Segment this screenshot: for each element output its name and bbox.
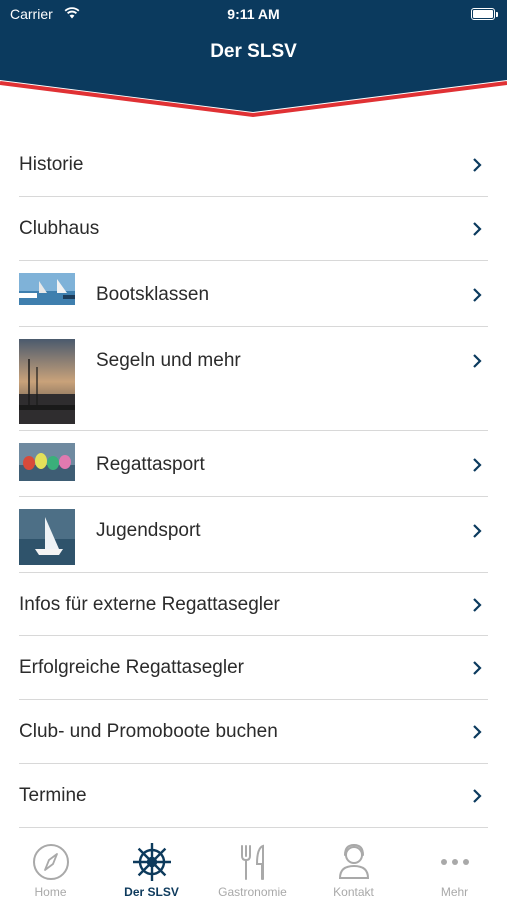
menu-item-label: Segeln und mehr — [96, 350, 241, 371]
compass-icon — [33, 844, 69, 880]
menu-item-regattasport[interactable]: Regattasport — [19, 431, 488, 497]
menu-item-termine[interactable]: Termine — [19, 764, 488, 828]
sunset-harbor-thumbnail — [19, 339, 75, 424]
status-bar: Carrier 9:11 AM — [0, 5, 507, 25]
battery-icon — [471, 8, 498, 20]
tab-home[interactable]: Home — [0, 830, 101, 900]
chevron-right-icon — [473, 598, 482, 612]
ship-wheel-icon — [133, 843, 171, 881]
menu-item-club-und-promoboote[interactable]: Club- und Promoboote buchen — [19, 700, 488, 764]
tab-label: Kontakt — [333, 885, 374, 899]
menu-item-label: Infos für externe Regattasegler — [19, 594, 280, 615]
contact-person-icon — [338, 843, 370, 879]
chevron-right-icon — [473, 158, 482, 172]
menu-item-label: Club- und Promoboote buchen — [19, 721, 278, 742]
menu-item-historie[interactable]: Historie — [19, 133, 488, 197]
menu-item-clubhaus[interactable]: Clubhaus — [19, 197, 488, 261]
chevron-right-icon — [473, 458, 482, 472]
menu-item-erfolgreiche-regattasegler[interactable]: Erfolgreiche Regattasegler — [19, 636, 488, 700]
menu-item-infos-externe-regattasegler[interactable]: Infos für externe Regattasegler — [19, 573, 488, 636]
menu-item-jugendsport[interactable]: Jugendsport — [19, 497, 488, 573]
menu-item-label: Jugendsport — [96, 520, 201, 541]
menu-item-label: Erfolgreiche Regattasegler — [19, 657, 244, 678]
chevron-right-icon — [473, 288, 482, 302]
menu-item-label: Termine — [19, 785, 87, 806]
tab-label: Home — [34, 885, 67, 899]
sailboats-thumbnail — [19, 273, 75, 305]
tab-label: Der SLSV — [124, 885, 179, 899]
tab-gastronomie[interactable]: Gastronomie — [202, 830, 303, 900]
menu-item-label: Bootsklassen — [96, 284, 210, 305]
menu-item-label: Historie — [19, 154, 84, 175]
header-bar: Carrier 9:11 AM Der SLSV — [0, 0, 507, 120]
menu-list: Historie Clubhaus Bootsklassen Segeln un… — [0, 133, 507, 828]
tab-label: Gastronomie — [218, 885, 287, 899]
chevron-right-icon — [473, 725, 482, 739]
fork-knife-icon — [241, 844, 264, 880]
menu-item-segeln-und-mehr[interactable]: Segeln und mehr — [19, 327, 488, 431]
tab-mehr[interactable]: Mehr — [404, 830, 505, 900]
status-time: 9:11 AM — [227, 6, 280, 22]
tab-bar: Home Der SLSV Gastronomie Kontakt Mehr — [0, 830, 507, 900]
tab-der-slsv[interactable]: Der SLSV — [101, 830, 202, 900]
tab-kontakt[interactable]: Kontakt — [303, 830, 404, 900]
chevron-right-icon — [473, 661, 482, 675]
more-dots-icon — [441, 859, 469, 865]
chevron-right-icon — [473, 789, 482, 803]
page-title: Der SLSV — [210, 41, 297, 62]
regatta-spinnakers-thumbnail — [19, 443, 75, 481]
chevron-right-icon — [473, 222, 482, 236]
chevron-right-icon — [473, 354, 482, 368]
tab-label: Mehr — [440, 885, 469, 899]
menu-item-label: Clubhaus — [19, 218, 100, 239]
youth-dinghy-thumbnail — [19, 509, 75, 565]
menu-item-label: Regattasport — [96, 454, 205, 475]
chevron-right-icon — [473, 524, 482, 538]
menu-item-bootsklassen[interactable]: Bootsklassen — [19, 261, 488, 327]
